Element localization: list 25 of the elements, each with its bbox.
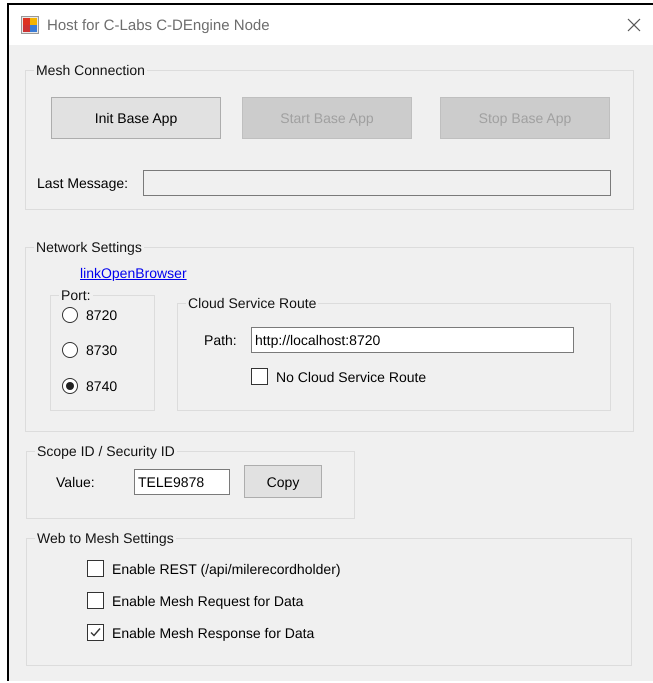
group-title: Port:: [60, 287, 92, 303]
link[interactable]: linkOpenBrowser: [80, 265, 187, 281]
radio-button[interactable]: 8730: [62, 342, 118, 358]
checkbox[interactable]: Enable REST (/api/milerecordholder): [87, 560, 341, 577]
radio-button[interactable]: 8720: [62, 307, 118, 323]
group-title: Cloud Service Route: [187, 295, 318, 311]
radio-button[interactable]: 8740: [62, 378, 118, 394]
path-field[interactable]: http://localhost:8720: [251, 327, 574, 353]
field-label: Value:: [56, 474, 95, 490]
close-icon[interactable]: [627, 18, 641, 32]
group-title: Mesh Connection: [35, 62, 146, 78]
group-title: Scope ID / Security ID: [36, 443, 176, 459]
group-title: Web to Mesh Settings: [36, 530, 175, 546]
button[interactable]: Init Base App: [51, 97, 221, 139]
field-label: Path:: [204, 332, 237, 348]
field-label: Last Message:: [37, 175, 128, 191]
message-field[interactable]: [143, 170, 611, 196]
checkbox[interactable]: Enable Mesh Response for Data: [87, 624, 314, 641]
checkbox[interactable]: No Cloud Service Route: [251, 368, 426, 385]
button[interactable]: Copy: [244, 465, 322, 498]
window-title: Host for C-Labs C-DEngine Node: [47, 16, 271, 34]
value-field[interactable]: TELE9878: [134, 468, 230, 494]
checkbox[interactable]: Enable Mesh Request for Data: [87, 592, 304, 609]
group-title: Network Settings: [35, 239, 143, 255]
app-icon: [21, 16, 39, 34]
